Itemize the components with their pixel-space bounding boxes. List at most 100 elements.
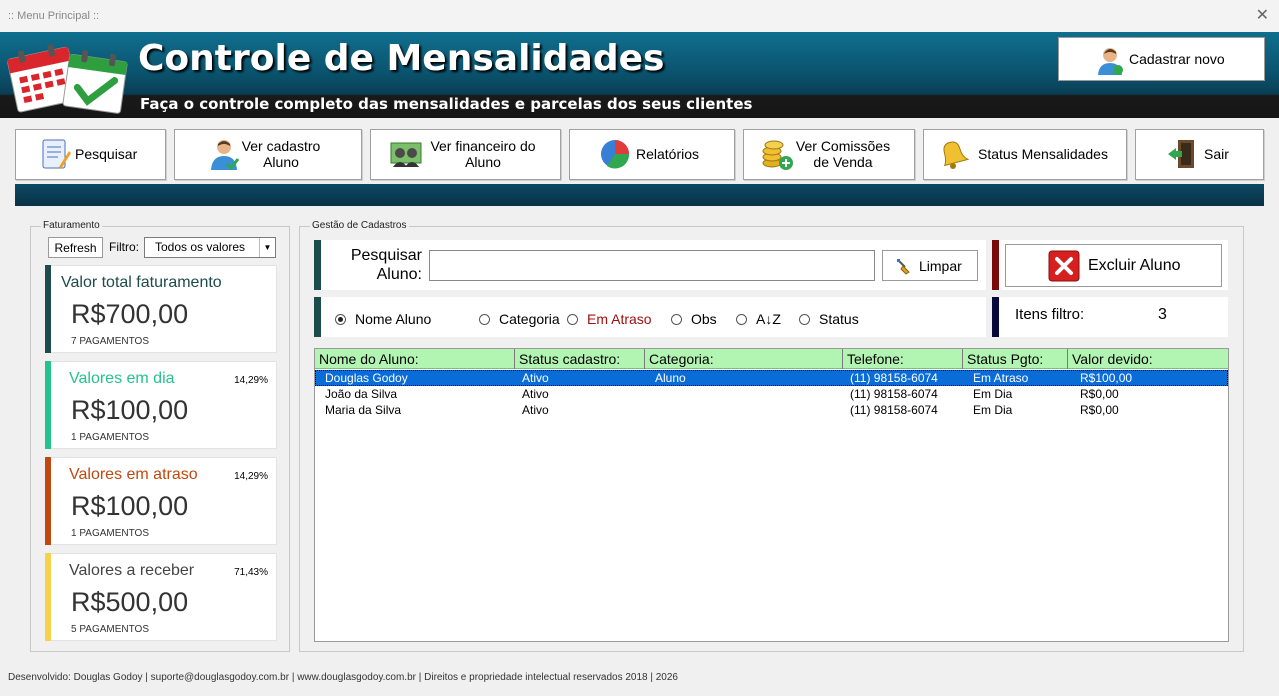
radio-student-name[interactable]: Nome Aluno — [335, 311, 431, 327]
table-header: Nome do Aluno: Status cadastro: Categori… — [315, 349, 1228, 369]
cell-name: Maria da Silva — [325, 403, 402, 417]
radio-label: Em Atraso — [587, 311, 652, 327]
card-value: R$500,00 — [71, 587, 189, 617]
payment-status-button[interactable]: Status Mensalidades — [923, 129, 1127, 180]
radio-dot[interactable] — [479, 313, 490, 325]
column-header[interactable]: Status cadastro: — [515, 349, 645, 369]
delete-student-label: Excluir Aluno — [1088, 256, 1181, 274]
total-billing-card: Valor total faturamento R$700,00 7 PAGAM… — [45, 265, 277, 353]
card-count: 5 PAGAMENTOS — [71, 624, 149, 635]
coins-add-icon — [762, 140, 793, 170]
app-subtitle: Faça o controle completo das mensalidade… — [140, 95, 753, 113]
radio-label: Nome Aluno — [355, 311, 432, 327]
filter-value: Todos os valores — [155, 240, 246, 254]
registry-group-title: Gestão de Cadastros — [310, 220, 409, 231]
radio-dot[interactable] — [736, 313, 747, 325]
money-people-icon — [390, 142, 422, 167]
view-student-button[interactable]: Ver cadastro Aluno — [174, 129, 362, 180]
receivable-card: Valores a receber 71,43% R$500,00 5 PAGA… — [45, 553, 277, 641]
search-input[interactable] — [429, 250, 875, 281]
radio-dot[interactable] — [799, 313, 810, 325]
radio-overdue[interactable]: Em Atraso — [567, 311, 652, 327]
card-accent — [45, 457, 51, 545]
clear-button[interactable]: Limpar — [882, 250, 978, 281]
exit-label: Sair — [1204, 146, 1229, 162]
radio-dot[interactable] — [671, 313, 682, 325]
panel-accent — [314, 297, 321, 337]
bell-icon — [943, 141, 970, 169]
separator-bar — [15, 184, 1264, 206]
card-title: Valor total faturamento — [61, 274, 222, 291]
cell-amount-due: R$0,00 — [1080, 387, 1119, 401]
radio-sort-az[interactable]: A↓Z — [736, 311, 781, 327]
radio-label: Categoria — [499, 311, 560, 327]
broom-icon — [897, 258, 910, 275]
radio-label: Status — [819, 311, 859, 327]
user-icon — [211, 140, 240, 171]
radio-obs[interactable]: Obs — [671, 311, 717, 327]
students-table[interactable]: Nome do Aluno: Status cadastro: Categori… — [314, 348, 1229, 642]
view-financial-button[interactable]: Ver financeiro do Aluno — [370, 129, 561, 180]
radio-dot[interactable] — [335, 313, 346, 325]
cell-amount-due: R$0,00 — [1080, 403, 1119, 417]
register-new-button[interactable]: Cadastrar novo — [1058, 37, 1265, 81]
radio-dot[interactable] — [567, 313, 578, 325]
search-label: Pesquisar Aluno: — [350, 247, 422, 283]
delete-student-button[interactable]: Excluir Aluno — [1005, 244, 1222, 287]
card-accent — [45, 553, 51, 641]
cell-payment-status: Em Atraso — [973, 371, 1029, 385]
cell-payment-status: Em Dia — [973, 403, 1013, 417]
card-percent: 71,43% — [234, 567, 268, 578]
cell-phone: (11) 98158-6074 — [850, 403, 938, 417]
commissions-button[interactable]: Ver Comissões de Venda — [743, 129, 915, 180]
view-student-label: Ver cadastro Aluno — [241, 138, 321, 170]
refresh-button[interactable]: Refresh — [48, 237, 103, 258]
close-icon[interactable]: ✕ — [1256, 5, 1269, 25]
column-header[interactable]: Telefone: — [843, 349, 963, 369]
card-percent: 14,29% — [234, 375, 268, 386]
reports-label: Relatórios — [636, 146, 700, 162]
card-value: R$700,00 — [71, 299, 189, 329]
card-accent — [45, 361, 51, 449]
commissions-label: Ver Comissões de Venda — [795, 138, 891, 170]
card-value: R$100,00 — [71, 491, 189, 521]
radio-label: A↓Z — [756, 311, 781, 327]
card-count: 1 PAGAMENTOS — [71, 528, 149, 539]
filter-select[interactable]: Todos os valores ▼ — [144, 237, 276, 258]
cell-name: Douglas Godoy — [325, 371, 408, 385]
dropdown-arrow-icon[interactable]: ▼ — [259, 238, 275, 257]
exit-door-icon — [1168, 140, 1194, 168]
calendar-logo-icon — [7, 44, 128, 114]
filter-count-label: Itens filtro: — [1015, 306, 1085, 323]
reports-button[interactable]: Relatórios — [569, 129, 735, 180]
footer-credits: Desenvolvido: Douglas Godoy | suporte@do… — [8, 672, 678, 683]
column-header[interactable]: Categoria: — [645, 349, 843, 369]
table-row[interactable]: Maria da Silva Ativo (11) 98158-6074 Em … — [315, 402, 1228, 418]
cell-payment-status: Em Dia — [973, 387, 1013, 401]
filter-count-value: 3 — [1158, 306, 1167, 323]
window-titlebar: :: Menu Principal :: ✕ — [0, 0, 1279, 32]
pie-chart-icon — [601, 140, 630, 169]
card-value: R$100,00 — [71, 395, 189, 425]
radio-status[interactable]: Status — [799, 311, 859, 327]
table-row[interactable]: Douglas Godoy Ativo Aluno (11) 98158-607… — [315, 370, 1228, 386]
app-title: Controle de Mensalidades — [138, 38, 665, 79]
column-header[interactable]: Nome do Aluno: — [315, 349, 515, 369]
card-count: 1 PAGAMENTOS — [71, 432, 149, 443]
column-header[interactable]: Valor devido: — [1068, 349, 1228, 369]
card-title: Valores em atraso — [69, 466, 198, 483]
panel-accent — [314, 240, 321, 290]
radio-category[interactable]: Categoria — [479, 311, 560, 327]
column-header[interactable]: Status Pgto: — [963, 349, 1068, 369]
register-new-label: Cadastrar novo — [1129, 51, 1225, 67]
search-nav-button[interactable]: Pesquisar — [15, 129, 166, 180]
card-accent — [45, 265, 51, 353]
header-banner: Controle de Mensalidades Faça o controle… — [0, 32, 1279, 118]
table-row[interactable]: João da Silva Ativo (11) 98158-6074 Em D… — [315, 386, 1228, 402]
radio-label: Obs — [691, 311, 717, 327]
card-percent: 14,29% — [234, 471, 268, 482]
cell-category: Aluno — [655, 371, 686, 385]
search-nav-label: Pesquisar — [75, 146, 138, 162]
exit-button[interactable]: Sair — [1135, 129, 1264, 180]
window-title: :: Menu Principal :: — [8, 10, 100, 22]
